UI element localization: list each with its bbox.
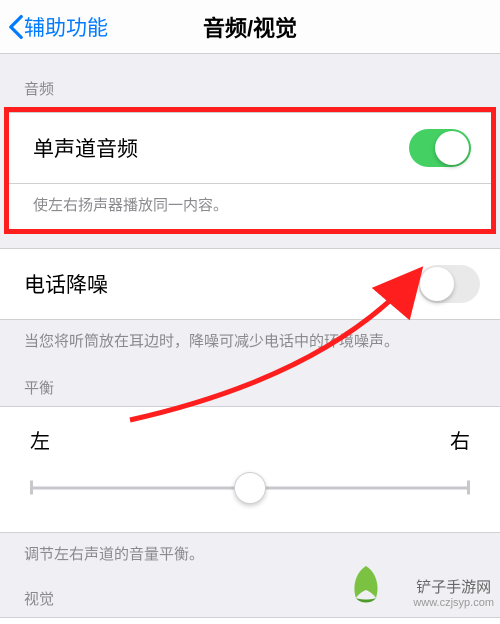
mono-audio-footer: 使左右扬声器播放同一内容。 — [9, 184, 491, 229]
phone-noise-row[interactable]: 电话降噪 — [0, 248, 500, 320]
phone-noise-label: 电话降噪 — [24, 269, 108, 299]
led-flash-row[interactable]: LED闪烁以示提醒 — [0, 617, 500, 624]
chevron-left-icon — [8, 14, 24, 40]
balance-left-label: 左 — [30, 425, 50, 454]
mono-audio-toggle[interactable] — [409, 129, 471, 167]
balance-slider[interactable] — [30, 472, 470, 504]
section-header-balance: 平衡 — [0, 365, 500, 406]
mono-audio-row[interactable]: 单声道音频 — [9, 112, 491, 184]
balance-row: 左 右 — [0, 406, 500, 533]
nav-bar: 辅助功能 音频/视觉 — [0, 0, 500, 54]
phone-noise-footer: 当您将听筒放在耳边时，降噪可减少电话中的环境噪声。 — [0, 320, 500, 365]
watermark-text: 铲子手游网 www.czjsyp.com — [413, 579, 494, 610]
balance-footer: 调节左右声道的音量平衡。 — [0, 533, 500, 578]
back-label: 辅助功能 — [24, 12, 108, 42]
back-button[interactable]: 辅助功能 — [0, 12, 108, 42]
balance-right-label: 右 — [450, 425, 470, 454]
watermark-logo-icon — [342, 562, 390, 610]
mono-audio-label: 单声道音频 — [33, 133, 138, 163]
phone-noise-toggle[interactable] — [418, 265, 480, 303]
section-header-audio: 音频 — [0, 54, 500, 107]
watermark-line2: www.czjsyp.com — [413, 597, 494, 610]
highlight-annotation: 单声道音频 使左右扬声器播放同一内容。 — [4, 107, 496, 234]
balance-slider-thumb[interactable] — [234, 472, 266, 504]
watermark-line1: 铲子手游网 — [413, 579, 494, 597]
